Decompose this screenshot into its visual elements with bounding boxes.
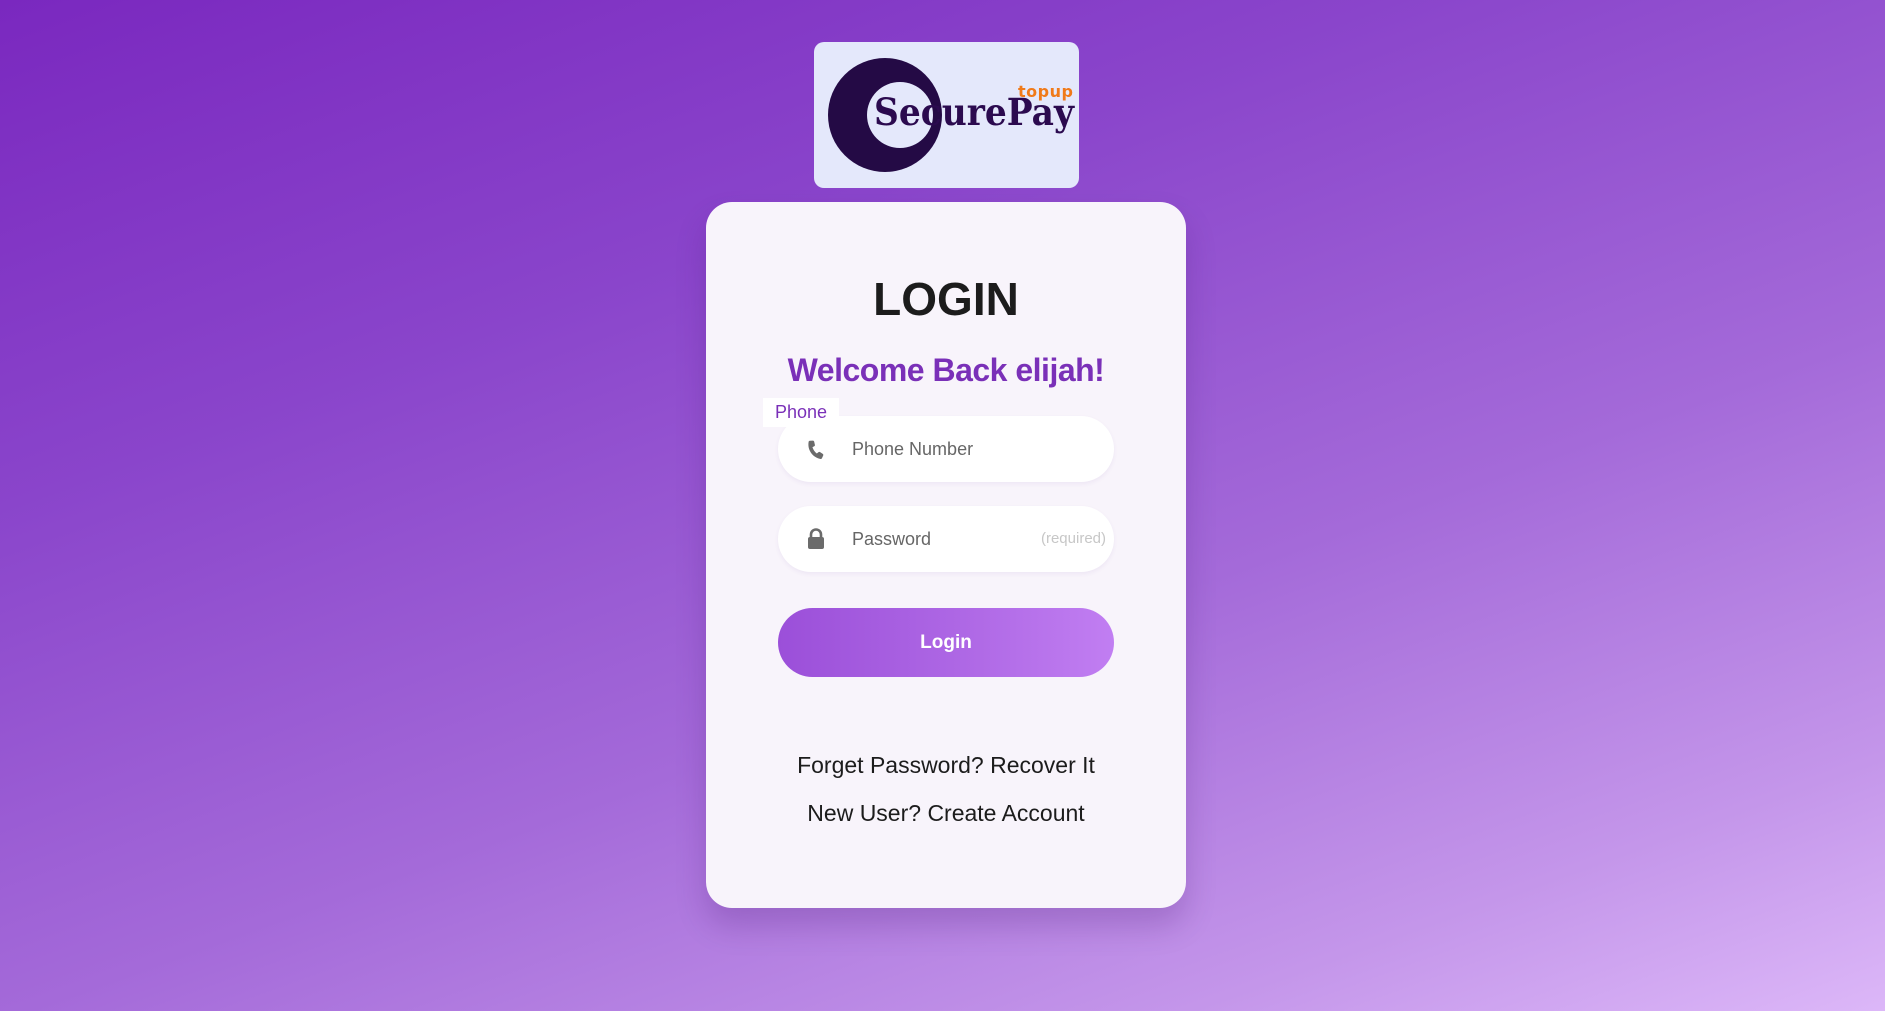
phone-input[interactable] bbox=[852, 416, 1082, 482]
phone-icon bbox=[808, 440, 824, 459]
lock-icon bbox=[808, 528, 824, 549]
password-field[interactable]: (required) bbox=[778, 506, 1114, 572]
create-account-link[interactable]: New User? Create Account bbox=[706, 800, 1186, 827]
recover-password-link[interactable]: Forget Password? Recover It bbox=[706, 752, 1186, 779]
password-required-hint: (required) bbox=[1040, 530, 1106, 547]
phone-label: Phone bbox=[763, 398, 840, 427]
brand-logo: SecurePay topup bbox=[814, 42, 1079, 188]
login-button[interactable]: Login bbox=[778, 608, 1114, 677]
login-card: LOGIN Welcome Back elijah! Phone (requir… bbox=[706, 202, 1186, 908]
page-title: LOGIN bbox=[873, 273, 1019, 325]
brand-tag: topup bbox=[1018, 82, 1074, 101]
welcome-message: Welcome Back elijah! bbox=[787, 352, 1105, 388]
